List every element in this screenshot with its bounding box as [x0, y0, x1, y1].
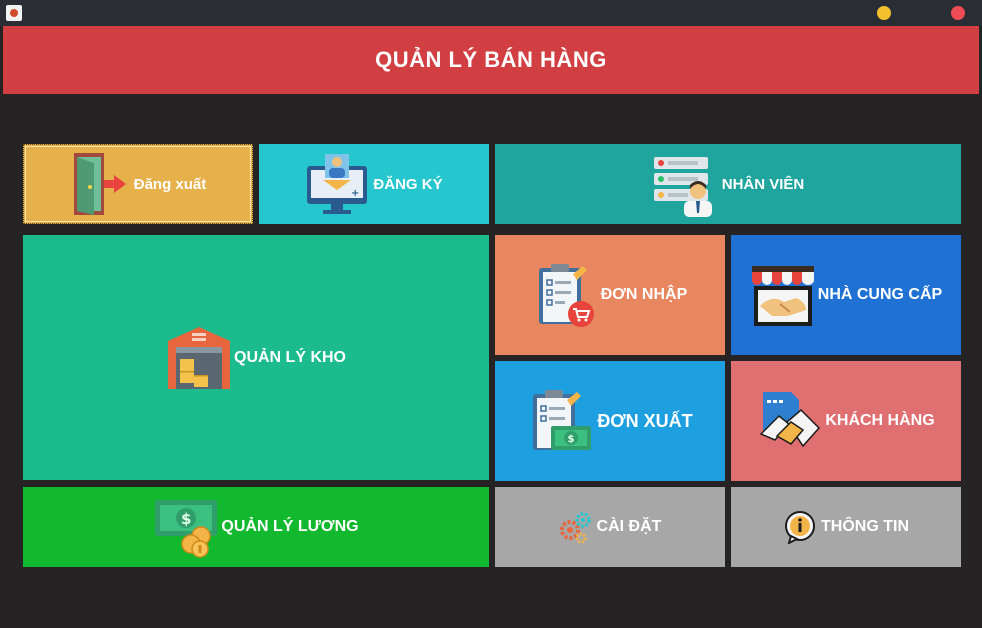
logout-label: Đăng xuất — [133, 175, 207, 193]
import-order-label: ĐƠN NHẬP — [600, 286, 688, 303]
warehouse-icon — [168, 326, 230, 389]
store-handshake-icon — [751, 266, 814, 326]
clipboard-cart-icon — [538, 264, 594, 327]
warehouse-button[interactable]: QUẢN LÝ KHO — [23, 235, 489, 480]
register-label: ĐĂNG KÝ — [373, 175, 443, 193]
app-header: QUẢN LÝ BÁN HÀNG — [3, 26, 979, 94]
info-label: THÔNG TIN — [821, 518, 909, 535]
svg-text:+: + — [351, 188, 359, 199]
svg-text:$: $ — [568, 434, 575, 445]
salary-button[interactable]: $ QUẢN LÝ LƯƠNG — [23, 487, 489, 567]
employee-label: NHÂN VIÊN — [721, 175, 805, 193]
settings-button[interactable]: CÀI ĐẶT — [495, 487, 725, 567]
svg-text:$: $ — [181, 510, 191, 528]
employee-button[interactable]: NHÂN VIÊN — [495, 144, 961, 224]
computer-user-icon: + — [307, 154, 368, 214]
java-cup-icon — [6, 5, 22, 21]
employee-list-icon — [653, 157, 712, 217]
salary-label: QUẢN LÝ LƯƠNG — [221, 518, 359, 535]
export-order-button[interactable]: $ ĐƠN XUẤT — [495, 361, 725, 481]
info-icon — [785, 511, 815, 544]
money-coins-icon: $ — [155, 500, 218, 558]
minimize-button[interactable] — [877, 6, 891, 20]
warehouse-label: QUẢN LÝ KHO — [234, 348, 346, 366]
customer-button[interactable]: KHÁCH HÀNG — [731, 361, 961, 481]
supplier-label: NHÀ CUNG CẤP — [817, 286, 943, 303]
supplier-button[interactable]: NHÀ CUNG CẤP — [731, 235, 961, 355]
logout-button[interactable]: Đăng xuất — [23, 144, 253, 224]
register-button[interactable]: + ĐĂNG KÝ — [259, 144, 489, 224]
info-button[interactable]: THÔNG TIN — [731, 487, 961, 567]
window-titlebar — [0, 0, 982, 26]
clipboard-money-icon: $ — [533, 390, 592, 450]
page-title: QUẢN LÝ BÁN HÀNG — [375, 47, 607, 72]
exit-door-icon — [73, 153, 126, 215]
contract-handshake-icon — [760, 392, 821, 448]
gears-icon — [559, 512, 591, 544]
customer-label: KHÁCH HÀNG — [825, 412, 935, 429]
export-order-label: ĐƠN XUẤT — [597, 410, 693, 431]
settings-label: CÀI ĐẶT — [596, 518, 662, 535]
close-button[interactable] — [951, 6, 965, 20]
import-order-button[interactable]: ĐƠN NHẬP — [495, 235, 725, 355]
